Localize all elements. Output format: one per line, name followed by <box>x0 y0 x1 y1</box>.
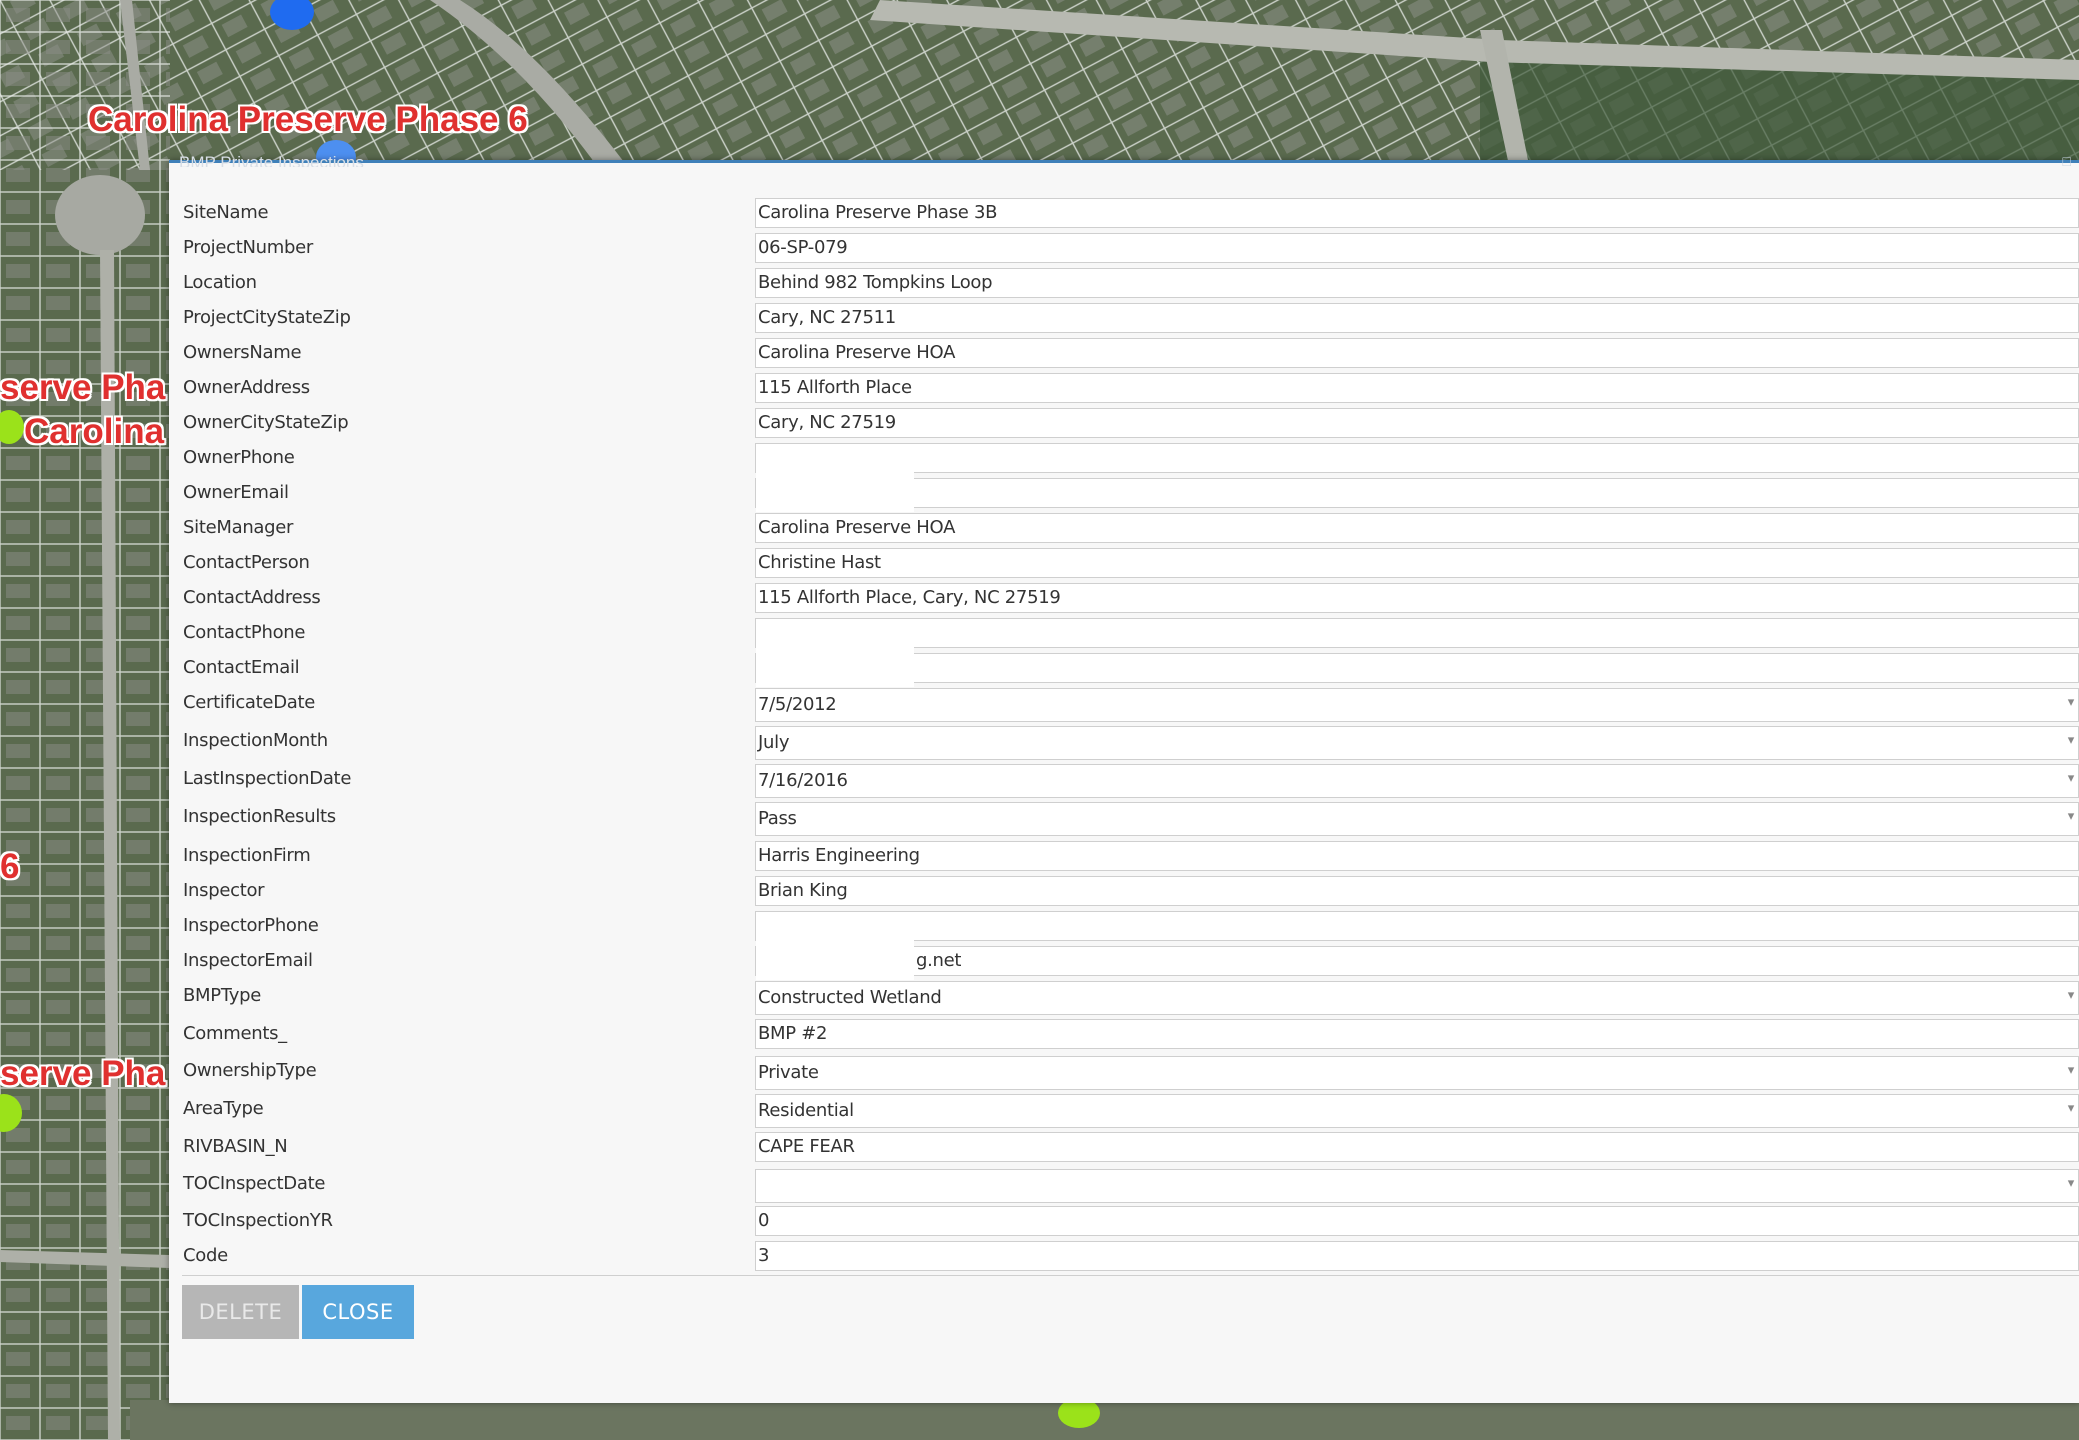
field-value: Christine Hast <box>758 552 881 573</box>
field-label: OwnerAddress <box>183 377 310 398</box>
field-value: BMP #2 <box>758 1023 828 1044</box>
field-label: InspectionResults <box>183 806 336 827</box>
input-code[interactable]: 3 <box>755 1241 2079 1271</box>
input-owneremail[interactable] <box>755 478 2079 508</box>
field-label: InspectorEmail <box>183 950 313 971</box>
field-value: July <box>758 732 790 753</box>
field-value: 7/16/2016 <box>758 770 848 791</box>
input-contactphone[interactable] <box>755 618 2079 648</box>
field-label: OwnerEmail <box>183 482 289 503</box>
field-value: Harris Engineering <box>758 845 920 866</box>
field-label: Location <box>183 272 257 293</box>
input-sitename[interactable]: Carolina Preserve Phase 3B <box>755 198 2079 228</box>
attribute-dialog: BMP Private Inspections □ SiteName Caroli… <box>169 153 2079 1403</box>
dropdown-tocinspectdate[interactable] <box>755 1169 2079 1203</box>
input-comments[interactable]: BMP #2 <box>755 1019 2079 1049</box>
input-contactperson[interactable]: Christine Hast <box>755 548 2079 578</box>
field-value: Behind 982 Tompkins Loop <box>758 272 993 293</box>
field-label: ContactAddress <box>183 587 321 608</box>
input-contactaddress[interactable]: 115 Allforth Place, Cary, NC 27519 <box>755 583 2079 613</box>
input-contactemail[interactable] <box>755 653 2079 683</box>
field-value: Pass <box>758 808 797 829</box>
field-value: Cary, NC 27519 <box>758 412 896 433</box>
input-inspectoremail[interactable]: g.net <box>755 946 2079 976</box>
dropdown-lastinspectiondate[interactable]: 7/16/2016 <box>755 764 2079 798</box>
map-label: Carolina <box>24 412 165 451</box>
field-value: Constructed Wetland <box>758 987 942 1008</box>
field-label: TOCInspectDate <box>183 1173 326 1194</box>
input-ownercitystatezip[interactable]: Cary, NC 27519 <box>755 408 2079 438</box>
field-value: Private <box>758 1062 819 1083</box>
redaction-mask <box>756 474 914 512</box>
redaction-mask <box>756 942 914 980</box>
dropdown-ownershiptype[interactable]: Private <box>755 1056 2079 1090</box>
field-label: BMPType <box>183 985 261 1006</box>
input-ownerphone[interactable] <box>755 443 2079 473</box>
field-label: Code <box>183 1245 228 1266</box>
dialog-title: BMP Private Inspections <box>179 153 364 167</box>
field-label: Comments_ <box>183 1023 287 1044</box>
field-value: 0 <box>758 1210 770 1231</box>
field-value: 115 Allforth Place, Cary, NC 27519 <box>758 587 1061 608</box>
field-label: AreaType <box>183 1098 264 1119</box>
input-inspectorphone[interactable] <box>755 911 2079 941</box>
input-sitemanager[interactable]: Carolina Preserve HOA <box>755 513 2079 543</box>
field-value: 3 <box>758 1245 770 1266</box>
field-label: OwnersName <box>183 342 302 363</box>
field-value: Cary, NC 27511 <box>758 307 896 328</box>
input-inspector[interactable]: Brian King <box>755 876 2079 906</box>
field-value: 06-SP-079 <box>758 237 848 258</box>
delete-button[interactable]: DELETE <box>182 1285 299 1339</box>
field-label: ProjectNumber <box>183 237 313 258</box>
field-label: InspectionMonth <box>183 730 328 751</box>
field-label: OwnerPhone <box>183 447 295 468</box>
field-value: 7/5/2012 <box>758 694 837 715</box>
map-label: Carolina Preserve Phase 6 <box>88 100 528 139</box>
input-inspectionfirm[interactable]: Harris Engineering <box>755 841 2079 871</box>
field-value: Brian King <box>758 880 848 901</box>
maximize-icon[interactable]: □ <box>2063 153 2071 169</box>
dropdown-areatype[interactable]: Residential <box>755 1094 2079 1128</box>
field-label: LastInspectionDate <box>183 768 352 789</box>
field-label: OwnershipType <box>183 1060 317 1081</box>
input-owneraddress[interactable]: 115 Allforth Place <box>755 373 2079 403</box>
field-label: OwnerCityStateZip <box>183 412 349 433</box>
field-value: Carolina Preserve HOA <box>758 342 956 363</box>
input-projectcitystatezip[interactable]: Cary, NC 27511 <box>755 303 2079 333</box>
field-label: SiteName <box>183 202 269 223</box>
dropdown-inspectionmonth[interactable]: July <box>755 726 2079 760</box>
field-value: Carolina Preserve HOA <box>758 517 956 538</box>
field-value: Carolina Preserve Phase 3B <box>758 202 998 223</box>
input-rivbasin_n[interactable]: CAPE FEAR <box>755 1132 2079 1162</box>
dropdown-bmptype[interactable]: Constructed Wetland <box>755 981 2079 1015</box>
field-value: 115 Allforth Place <box>758 377 912 398</box>
input-location[interactable]: Behind 982 Tompkins Loop <box>755 268 2079 298</box>
field-value: Residential <box>758 1100 854 1121</box>
input-tocinspectionyr[interactable]: 0 <box>755 1206 2079 1236</box>
input-ownersname[interactable]: Carolina Preserve HOA <box>755 338 2079 368</box>
map-label: 6 <box>0 847 20 886</box>
field-label: ProjectCityStateZip <box>183 307 351 328</box>
field-label: ContactPerson <box>183 552 310 573</box>
field-label: ContactPhone <box>183 622 306 643</box>
field-label: SiteManager <box>183 517 294 538</box>
map-label: serve Pha <box>0 1054 166 1093</box>
field-label: ContactEmail <box>183 657 300 678</box>
field-label: InspectorPhone <box>183 915 319 936</box>
field-label: CertificateDate <box>183 692 316 713</box>
redaction-mask <box>756 649 914 687</box>
input-projectnumber[interactable]: 06-SP-079 <box>755 233 2079 263</box>
dropdown-inspectionresults[interactable]: Pass <box>755 802 2079 836</box>
field-value: CAPE FEAR <box>758 1136 855 1157</box>
close-button[interactable]: CLOSE <box>302 1285 414 1339</box>
field-label: Inspector <box>183 880 265 901</box>
form-divider <box>182 1275 2079 1276</box>
field-label: InspectionFirm <box>183 845 311 866</box>
map-label: serve Pha <box>0 368 166 407</box>
field-label: RIVBASIN_N <box>183 1136 288 1157</box>
dropdown-certificatedate[interactable]: 7/5/2012 <box>755 688 2079 722</box>
field-label: TOCInspectionYR <box>183 1210 333 1231</box>
